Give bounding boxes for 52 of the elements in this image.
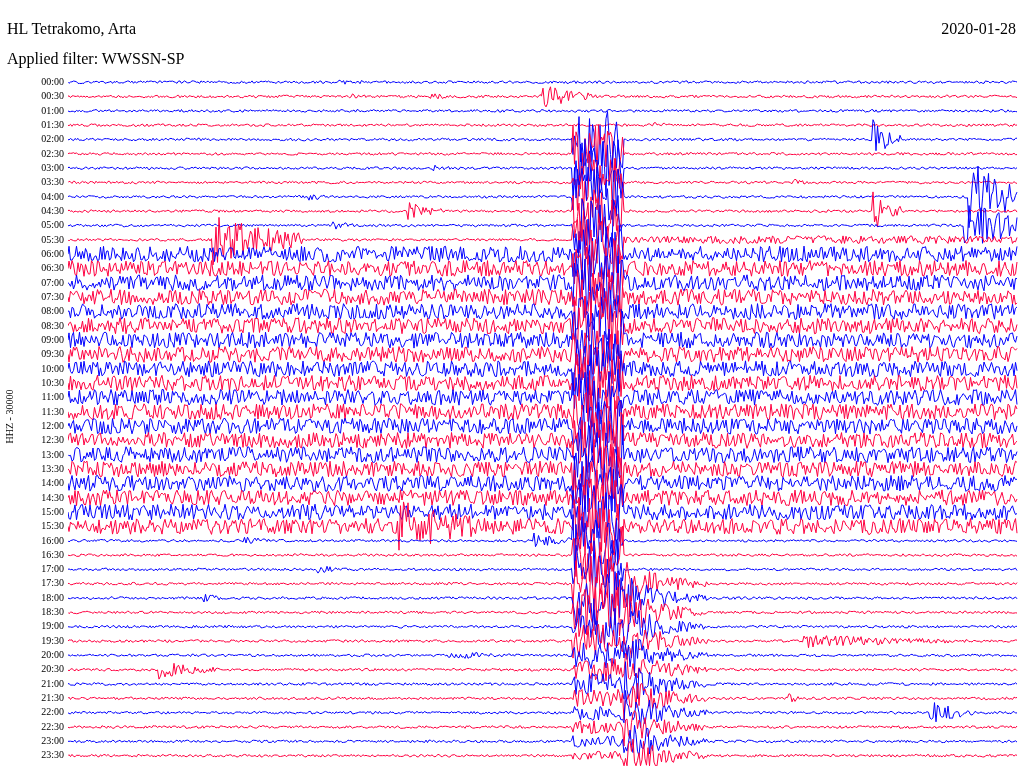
- time-label: 03:30: [40, 175, 64, 190]
- filter-label: Applied filter: WWSSN-SP: [6, 49, 186, 70]
- time-label: 09:00: [40, 332, 64, 347]
- time-label: 12:00: [40, 418, 64, 433]
- time-label: 02:00: [40, 132, 64, 147]
- time-label: 17:00: [40, 562, 64, 577]
- time-label: 22:30: [40, 719, 64, 734]
- time-label: 02:30: [40, 146, 64, 161]
- time-label: 15:00: [40, 504, 64, 519]
- time-label: 01:30: [40, 118, 64, 132]
- time-label: 20:30: [40, 662, 64, 677]
- time-label: 11:00: [40, 390, 64, 405]
- time-label: 23:00: [40, 734, 64, 749]
- time-label: 08:00: [40, 304, 64, 319]
- time-label: 07:00: [40, 275, 64, 290]
- time-label: 13:00: [40, 447, 64, 462]
- time-label: 07:30: [40, 289, 64, 304]
- time-label: 19:30: [40, 633, 64, 648]
- station-title: HL Tetrakomo, Arta: [7, 20, 137, 39]
- time-label: 03:00: [40, 160, 64, 175]
- time-label: 12:30: [40, 433, 64, 448]
- time-label: 05:00: [40, 218, 64, 233]
- time-label: 04:00: [40, 189, 64, 204]
- time-label: 14:00: [40, 476, 64, 491]
- date-label: 2020-01-28: [941, 20, 1016, 39]
- time-label: 11:30: [40, 404, 64, 419]
- time-label: 18:30: [40, 605, 64, 620]
- time-label: 16:00: [40, 533, 64, 548]
- time-label: 18:00: [40, 590, 64, 605]
- time-label: 16:30: [40, 547, 64, 562]
- time-label: 04:30: [40, 203, 64, 218]
- time-label: 08:30: [40, 318, 64, 333]
- time-label: 06:00: [40, 246, 64, 261]
- time-label: 01:00: [40, 103, 64, 118]
- time-label: 21:30: [40, 691, 64, 706]
- time-label: 21:00: [40, 676, 64, 691]
- time-label: 17:30: [40, 576, 64, 591]
- time-label: 00:30: [40, 89, 64, 104]
- time-label: 13:30: [40, 461, 64, 476]
- time-label: 10:00: [40, 361, 64, 376]
- time-label: 00:00: [40, 75, 64, 89]
- time-label: 05:30: [40, 232, 64, 247]
- time-label: 23:30: [40, 748, 64, 763]
- time-label: 15:30: [40, 519, 64, 534]
- time-label: 10:30: [40, 375, 64, 390]
- time-label: 19:00: [40, 619, 64, 634]
- time-label: 14:30: [40, 490, 64, 505]
- time-label: 09:30: [40, 347, 64, 362]
- channel-label: HHZ - 30000: [4, 389, 16, 443]
- time-label: 06:30: [40, 261, 64, 276]
- time-label: 20:00: [40, 648, 64, 663]
- time-label: 22:00: [40, 705, 64, 720]
